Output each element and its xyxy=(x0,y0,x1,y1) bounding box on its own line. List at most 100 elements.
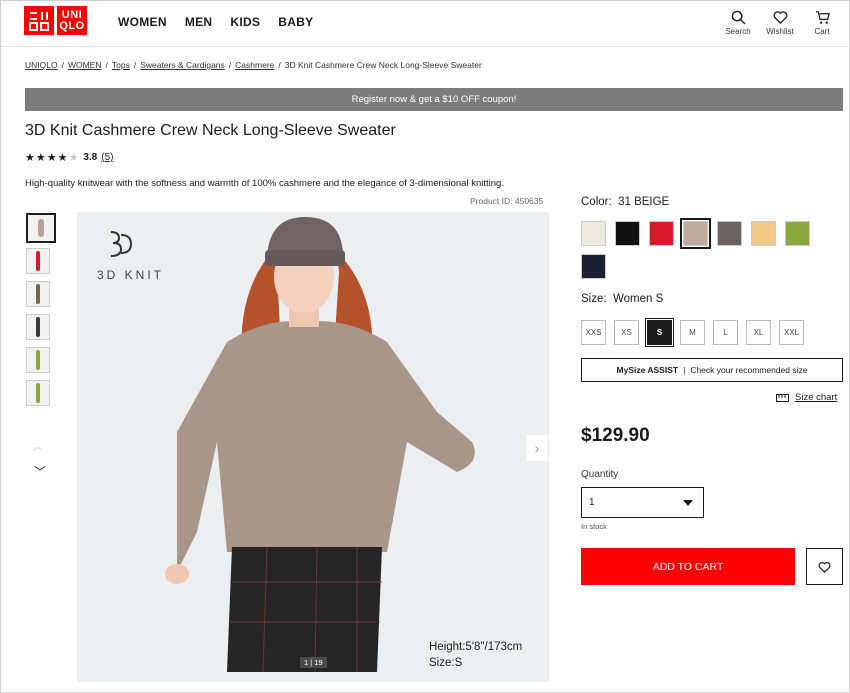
product-main-image[interactable]: 3D KNIT › Height:5'8"/173cm Size:S 1 | 1… xyxy=(77,212,549,682)
size-s-selected[interactable]: S xyxy=(645,318,674,347)
mysize-assist-button[interactable]: MySize ASSIST | Check your recommended s… xyxy=(581,358,843,382)
color-swatch-0[interactable] xyxy=(581,221,606,246)
thumbnail-1[interactable] xyxy=(26,213,56,243)
site-header: UNI QLO WOMEN MEN KIDS BABY Search Wishli… xyxy=(1,1,850,47)
size-chart-label: Size chart xyxy=(795,392,838,403)
model-photo xyxy=(165,217,475,673)
quantity-label: Quantity xyxy=(581,469,619,480)
thumbnail-figure xyxy=(35,251,41,271)
search-button[interactable]: Search xyxy=(723,10,753,36)
color-label-text: Color: xyxy=(581,196,612,208)
header-actions: Search Wishlist Cart xyxy=(723,10,837,36)
color-swatch-4[interactable] xyxy=(717,221,742,246)
thumbnail-figure xyxy=(35,317,41,337)
rating-value: 3.8 xyxy=(83,152,98,163)
size-value: Women S xyxy=(612,293,664,305)
size-options: XXS XS S M L XL XXL xyxy=(581,318,804,347)
star-filled-icons: ★★★★ xyxy=(25,152,69,164)
chevron-down-icon[interactable]: ﹀ xyxy=(34,463,46,480)
product-description: High-quality knitwear with the softness … xyxy=(25,178,504,189)
chevron-up-icon[interactable]: ︿ xyxy=(33,438,43,453)
size-label-text: Size: xyxy=(581,293,607,305)
caption-size: Size:S xyxy=(429,657,463,669)
size-chart-link[interactable]: Size chart xyxy=(776,392,837,403)
logo-katakana xyxy=(24,6,54,35)
thumbnail-figure xyxy=(35,284,41,304)
add-to-wishlist-button[interactable] xyxy=(806,548,843,585)
cart-label: Cart xyxy=(814,27,830,36)
add-to-cart-button[interactable]: ADD TO CART xyxy=(581,548,795,585)
color-swatch-1[interactable] xyxy=(615,221,640,246)
size-m[interactable]: M xyxy=(680,320,705,345)
chevron-down-icon xyxy=(683,500,693,506)
thumbnail-6[interactable] xyxy=(26,380,50,406)
nav-baby[interactable]: BABY xyxy=(278,15,313,29)
breadcrumb-women[interactable]: WOMEN xyxy=(68,60,102,70)
size-label: Size: Women S xyxy=(581,293,663,305)
knit-logo-text: 3D KNIT xyxy=(97,268,165,282)
size-l[interactable]: L xyxy=(713,320,738,345)
nav-women[interactable]: WOMEN xyxy=(118,15,167,29)
nav-kids[interactable]: KIDS xyxy=(230,15,260,29)
knit-logo: 3D KNIT xyxy=(97,229,164,282)
uniqlo-logo[interactable]: UNI QLO xyxy=(24,6,88,35)
thumbnail-figure xyxy=(35,383,41,403)
wishlist-label: Wishlist xyxy=(766,27,794,36)
thumbnail-list xyxy=(26,213,56,413)
heart-icon xyxy=(818,561,831,573)
promo-banner[interactable]: Register now & get a $10 OFF coupon! xyxy=(25,88,843,111)
heart-icon xyxy=(773,11,787,25)
star-empty-icon: ★ xyxy=(68,152,80,164)
product-title: 3D Knit Cashmere Crew Neck Long-Sleeve S… xyxy=(25,122,396,139)
image-pager: 1 | 19 xyxy=(300,657,327,668)
size-xxl[interactable]: XXL xyxy=(779,320,804,345)
next-image-button[interactable]: › xyxy=(526,435,548,461)
breadcrumb-current: 3D Knit Cashmere Crew Neck Long-Sleeve S… xyxy=(284,60,482,70)
breadcrumb-tops[interactable]: Tops xyxy=(112,60,130,70)
review-count-link[interactable]: (5) xyxy=(101,152,113,163)
thumbnail-4[interactable] xyxy=(26,314,50,340)
cart-button[interactable]: Cart xyxy=(807,10,837,36)
color-swatch-6[interactable] xyxy=(785,221,810,246)
color-swatch-5[interactable] xyxy=(751,221,776,246)
color-swatch-2[interactable] xyxy=(649,221,674,246)
image-caption: Height:5'8"/173cm Size:S xyxy=(429,639,522,671)
wishlist-button[interactable]: Wishlist xyxy=(765,10,795,36)
color-label: Color: 31 BEIGE xyxy=(581,196,669,208)
search-icon xyxy=(731,10,746,25)
color-value: 31 BEIGE xyxy=(618,196,670,208)
mysize-brand: MySize ASSIST xyxy=(616,365,679,375)
size-xl[interactable]: XL xyxy=(746,320,771,345)
nav-men[interactable]: MEN xyxy=(185,15,213,29)
size-xxs[interactable]: XXS xyxy=(581,320,606,345)
breadcrumb-uniqlo[interactable]: UNIQLO xyxy=(25,60,58,70)
product-id: Product ID: 450635 xyxy=(470,196,544,206)
product-price: $129.90 xyxy=(581,425,650,446)
product-rating: ★★★★★ 3.8 (5) xyxy=(25,151,113,164)
thumbnail-figure xyxy=(37,218,45,238)
quantity-value: 1 xyxy=(589,497,595,508)
cart-icon xyxy=(815,11,830,24)
mysize-text: Check your recommended size xyxy=(690,365,808,375)
stock-status: In stock xyxy=(581,522,607,531)
thumbnail-3[interactable] xyxy=(26,281,50,307)
knit-logo-mark xyxy=(110,231,133,257)
rating-stars: ★★★★★ xyxy=(25,151,79,164)
chevron-right-icon: › xyxy=(534,440,540,456)
logo-katakana-glyph xyxy=(29,11,49,31)
caption-height: Height:5'8"/173cm xyxy=(429,641,523,653)
search-label: Search xyxy=(725,27,751,36)
size-xs[interactable]: XS xyxy=(614,320,639,345)
quantity-select[interactable]: 1 xyxy=(581,487,704,518)
breadcrumb-sweaters[interactable]: Sweaters & Cardigans xyxy=(140,60,225,70)
color-swatch-3-selected[interactable] xyxy=(680,218,711,249)
thumbnail-2[interactable] xyxy=(26,248,50,274)
logo-wordmark: UNI QLO xyxy=(57,6,87,35)
thumbnail-figure xyxy=(35,350,41,370)
breadcrumb-cashmere[interactable]: Cashmere xyxy=(235,60,274,70)
color-swatch-7[interactable] xyxy=(581,254,606,279)
thumbnail-5[interactable] xyxy=(26,347,50,373)
color-swatches xyxy=(581,218,811,279)
breadcrumb: UNIQLO / WOMEN / Tops / Sweaters & Cardigan… xyxy=(25,60,482,70)
mysize-divider: | xyxy=(683,365,686,375)
